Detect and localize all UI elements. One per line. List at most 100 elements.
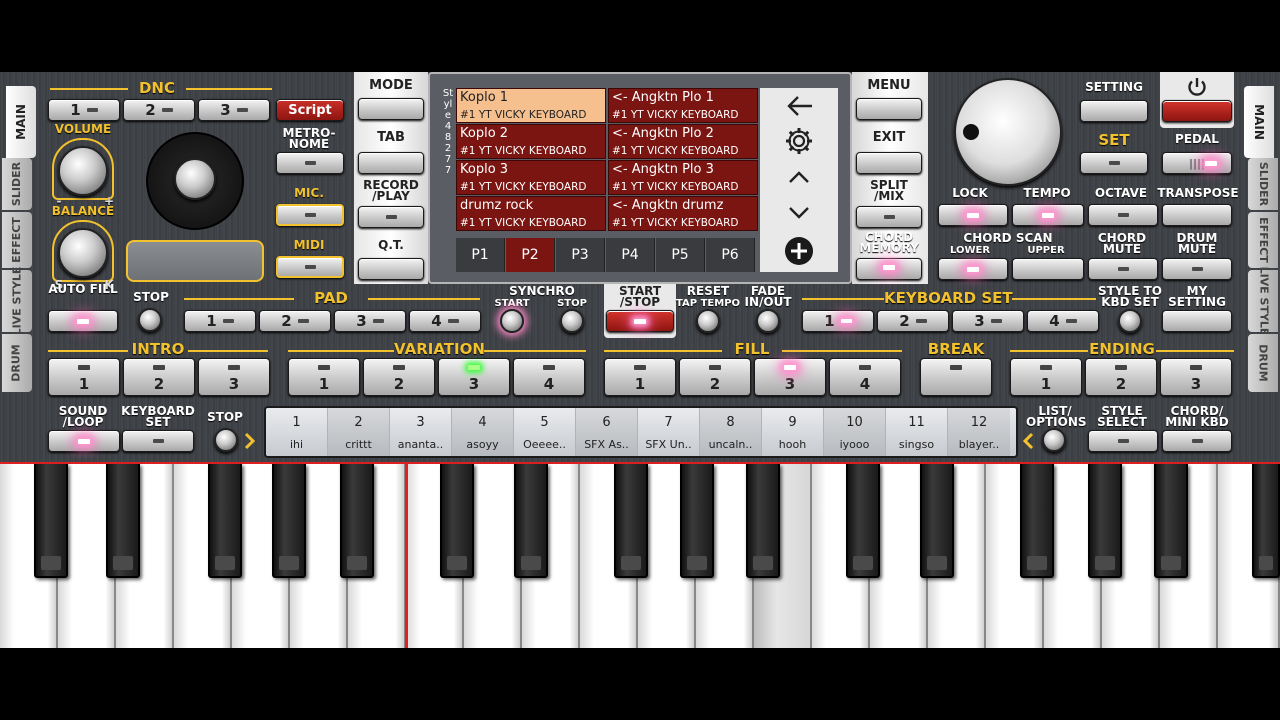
record-play-button[interactable] bbox=[358, 206, 424, 228]
variation-1-button[interactable]: 1 bbox=[288, 358, 360, 396]
style-cell-2[interactable]: <- Angktn Plo 1 #1 YT VICKY KEYBOARD bbox=[608, 88, 758, 123]
exit-button[interactable] bbox=[856, 152, 922, 174]
dnc-1-button[interactable]: 1 bbox=[48, 99, 120, 121]
chevron-up-icon[interactable] bbox=[788, 170, 810, 184]
sound-slot-4[interactable]: 4 asoyy bbox=[452, 408, 514, 456]
tab-live-style-left[interactable]: LIVE STYLE bbox=[2, 267, 32, 335]
back-arrow-icon[interactable] bbox=[786, 94, 814, 118]
script-button[interactable]: Script bbox=[276, 99, 344, 121]
tempo-button[interactable] bbox=[1012, 204, 1084, 226]
chord-mini-kbd-button[interactable] bbox=[1162, 430, 1232, 452]
chord-mute-button[interactable] bbox=[1088, 258, 1158, 280]
keyboard-set-sound-button[interactable] bbox=[122, 430, 194, 452]
pad-4-button[interactable]: 4 bbox=[409, 310, 481, 332]
start-stop-button[interactable] bbox=[606, 310, 674, 332]
lock-button[interactable] bbox=[938, 204, 1008, 226]
black-key[interactable] bbox=[514, 464, 548, 578]
sound-slot-12[interactable]: 12 blayer.. bbox=[948, 408, 1010, 456]
page-tab-p3[interactable]: P3 bbox=[556, 238, 605, 272]
fill-1-button[interactable]: 1 bbox=[604, 358, 676, 396]
fade-button[interactable] bbox=[756, 309, 780, 333]
pitch-bend-pad[interactable] bbox=[126, 240, 264, 282]
keyboard-set-2-button[interactable]: 2 bbox=[877, 310, 949, 332]
tab-main-left[interactable]: MAIN bbox=[6, 86, 36, 158]
intro-3-button[interactable]: 3 bbox=[198, 358, 270, 396]
tab-drum-right[interactable]: DRUM bbox=[1248, 334, 1278, 392]
setting-button[interactable] bbox=[1080, 100, 1148, 122]
sound-loop-button[interactable] bbox=[48, 430, 120, 452]
sound-slot-9[interactable]: 9 hooh bbox=[762, 408, 824, 456]
pad-2-button[interactable]: 2 bbox=[259, 310, 331, 332]
list-options-button[interactable] bbox=[1042, 428, 1066, 452]
sound-slot-2[interactable]: 2 crittt bbox=[328, 408, 390, 456]
fill-2-button[interactable]: 2 bbox=[679, 358, 751, 396]
synchro-start-button[interactable] bbox=[500, 309, 524, 333]
black-key[interactable] bbox=[920, 464, 954, 578]
my-setting-button[interactable] bbox=[1162, 310, 1232, 332]
style-cell-1[interactable]: Koplo 1 #1 YT VICKY KEYBOARD bbox=[456, 88, 606, 123]
style-cell-4[interactable]: <- Angktn Plo 2 #1 YT VICKY KEYBOARD bbox=[608, 124, 758, 159]
black-key[interactable] bbox=[1088, 464, 1122, 578]
transpose-button[interactable] bbox=[1162, 204, 1232, 226]
style-cell-8[interactable]: <- Angktn drumz #1 YT VICKY KEYBOARD bbox=[608, 196, 758, 231]
ending-2-button[interactable]: 2 bbox=[1085, 358, 1157, 396]
ending-1-button[interactable]: 1 bbox=[1010, 358, 1082, 396]
variation-4-button[interactable]: 4 bbox=[513, 358, 585, 396]
black-key[interactable] bbox=[1020, 464, 1054, 578]
chevron-down-icon[interactable] bbox=[788, 206, 810, 220]
pedal-button[interactable]: |||| bbox=[1162, 152, 1232, 174]
black-key[interactable] bbox=[1154, 464, 1188, 578]
fill-3-button[interactable]: 3 bbox=[754, 358, 826, 396]
sound-stop-button[interactable] bbox=[214, 428, 238, 452]
plus-icon[interactable] bbox=[784, 236, 814, 266]
gear-icon[interactable] bbox=[784, 126, 814, 156]
black-key[interactable] bbox=[746, 464, 780, 578]
sound-slot-11[interactable]: 11 singso bbox=[886, 408, 948, 456]
chevron-left-icon[interactable] bbox=[1022, 432, 1034, 450]
menu-button[interactable] bbox=[856, 98, 922, 120]
variation-2-button[interactable]: 2 bbox=[363, 358, 435, 396]
drum-mute-button[interactable] bbox=[1162, 258, 1232, 280]
volume-knob[interactable] bbox=[58, 146, 108, 196]
set-button[interactable] bbox=[1080, 152, 1148, 174]
break-button[interactable] bbox=[920, 358, 992, 396]
tab-button[interactable] bbox=[358, 152, 424, 174]
style-cell-3[interactable]: Koplo 2 #1 YT VICKY KEYBOARD bbox=[456, 124, 606, 159]
black-key[interactable] bbox=[106, 464, 140, 578]
mic-button[interactable] bbox=[276, 204, 344, 226]
auto-fill-button[interactable] bbox=[48, 310, 118, 332]
black-key[interactable] bbox=[34, 464, 68, 578]
balance-knob[interactable] bbox=[58, 228, 108, 278]
page-tab-p1[interactable]: P1 bbox=[456, 238, 505, 272]
black-key[interactable] bbox=[680, 464, 714, 578]
black-key[interactable] bbox=[846, 464, 880, 578]
style-cell-7[interactable]: drumz rock #1 YT VICKY KEYBOARD bbox=[456, 196, 606, 231]
keyboard-set-4-button[interactable]: 4 bbox=[1027, 310, 1099, 332]
tab-main-right[interactable]: MAIN bbox=[1244, 86, 1274, 158]
qt-button[interactable] bbox=[358, 258, 424, 280]
octave-button[interactable] bbox=[1088, 204, 1158, 226]
sound-slot-1[interactable]: 1 ihi bbox=[266, 408, 328, 456]
mode-button[interactable] bbox=[358, 98, 424, 120]
power-button[interactable] bbox=[1162, 100, 1232, 122]
joystick-handle[interactable] bbox=[174, 158, 216, 200]
reset-button[interactable] bbox=[696, 309, 720, 333]
power-icon[interactable] bbox=[1186, 76, 1208, 98]
chord-scan-lower-button[interactable] bbox=[938, 258, 1008, 280]
tab-slider-right[interactable]: SLIDER bbox=[1248, 158, 1278, 210]
page-tab-p2[interactable]: P2 bbox=[506, 238, 555, 272]
page-tab-p5[interactable]: P5 bbox=[656, 238, 705, 272]
pad-3-button[interactable]: 3 bbox=[334, 310, 406, 332]
chord-scan-upper-button[interactable] bbox=[1012, 258, 1084, 280]
black-key[interactable] bbox=[340, 464, 374, 578]
synchro-stop-button[interactable] bbox=[560, 309, 584, 333]
tab-drum-left[interactable]: DRUM bbox=[2, 334, 32, 392]
page-tab-p6[interactable]: P6 bbox=[706, 238, 755, 272]
dnc-3-button[interactable]: 3 bbox=[198, 99, 270, 121]
black-key[interactable] bbox=[208, 464, 242, 578]
sound-slot-5[interactable]: 5 Oeeee.. bbox=[514, 408, 576, 456]
chord-memory-button[interactable] bbox=[856, 258, 922, 280]
tab-effect-right[interactable]: EFFECT bbox=[1248, 212, 1278, 268]
dnc-2-button[interactable]: 2 bbox=[123, 99, 195, 121]
midi-button[interactable] bbox=[276, 256, 344, 278]
